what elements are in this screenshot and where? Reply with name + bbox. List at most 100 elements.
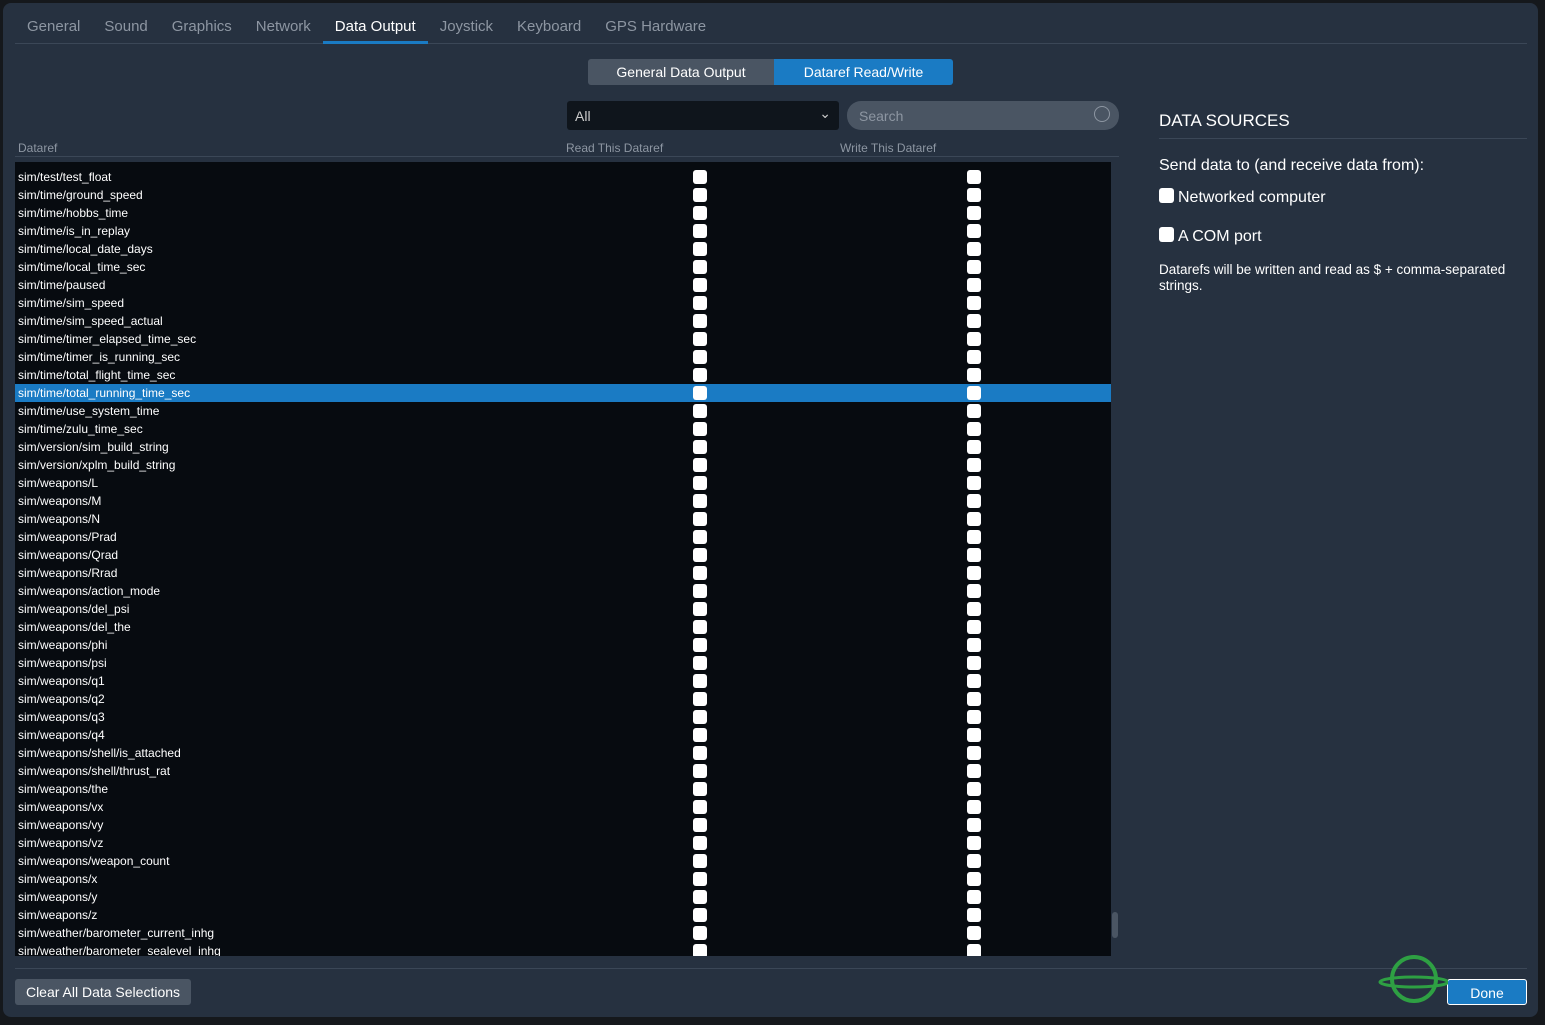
write-checkbox[interactable] (967, 746, 981, 760)
tab-general[interactable]: General (15, 14, 92, 44)
write-checkbox[interactable] (967, 278, 981, 292)
write-checkbox[interactable] (967, 818, 981, 832)
read-checkbox[interactable] (693, 350, 707, 364)
table-row[interactable]: sim/weather/barometer_current_inhg (15, 924, 1111, 942)
read-checkbox[interactable] (693, 206, 707, 220)
write-checkbox[interactable] (967, 782, 981, 796)
table-row[interactable]: sim/weapons/del_the (15, 618, 1111, 636)
read-checkbox[interactable] (693, 170, 707, 184)
table-row[interactable]: sim/time/paused (15, 276, 1111, 294)
write-checkbox[interactable] (967, 674, 981, 688)
read-checkbox[interactable] (693, 188, 707, 202)
write-checkbox[interactable] (967, 188, 981, 202)
table-row[interactable]: sim/weapons/weapon_count (15, 852, 1111, 870)
write-checkbox[interactable] (967, 872, 981, 886)
write-checkbox[interactable] (967, 206, 981, 220)
write-checkbox[interactable] (967, 728, 981, 742)
write-checkbox[interactable] (967, 710, 981, 724)
scrollbar[interactable] (1112, 912, 1118, 938)
write-checkbox[interactable] (967, 620, 981, 634)
table-row[interactable]: sim/weapons/q3 (15, 708, 1111, 726)
table-row[interactable]: sim/time/timer_is_running_sec (15, 348, 1111, 366)
tab-network[interactable]: Network (244, 14, 323, 44)
table-row[interactable]: sim/weapons/shell/is_attached (15, 744, 1111, 762)
com-port-checkbox[interactable] (1159, 227, 1174, 242)
tab-joystick[interactable]: Joystick (428, 14, 505, 44)
table-row[interactable]: sim/time/timer_elapsed_time_sec (15, 330, 1111, 348)
table-row[interactable]: sim/weapons/q4 (15, 726, 1111, 744)
tab-gps-hardware[interactable]: GPS Hardware (593, 14, 718, 44)
write-checkbox[interactable] (967, 836, 981, 850)
read-checkbox[interactable] (693, 800, 707, 814)
write-checkbox[interactable] (967, 548, 981, 562)
tab-keyboard[interactable]: Keyboard (505, 14, 593, 44)
write-checkbox[interactable] (967, 386, 981, 400)
write-checkbox[interactable] (967, 224, 981, 238)
read-checkbox[interactable] (693, 620, 707, 634)
table-row[interactable]: sim/weapons/N (15, 510, 1111, 528)
write-checkbox[interactable] (967, 926, 981, 940)
write-checkbox[interactable] (967, 260, 981, 274)
table-row[interactable]: sim/time/sim_speed_actual (15, 312, 1111, 330)
write-checkbox[interactable] (967, 350, 981, 364)
table-row[interactable]: sim/weapons/y (15, 888, 1111, 906)
write-checkbox[interactable] (967, 242, 981, 256)
table-row[interactable]: sim/time/hobbs_time (15, 204, 1111, 222)
table-row[interactable]: sim/time/zulu_time_sec (15, 420, 1111, 438)
general-data-output-tab[interactable]: General Data Output (588, 59, 774, 85)
read-checkbox[interactable] (693, 584, 707, 598)
table-row[interactable]: sim/weapons/vz (15, 834, 1111, 852)
write-checkbox[interactable] (967, 800, 981, 814)
tab-data-output[interactable]: Data Output (322, 14, 428, 44)
write-checkbox[interactable] (967, 314, 981, 328)
clear-all-button[interactable]: Clear All Data Selections (15, 979, 191, 1005)
write-checkbox[interactable] (967, 944, 981, 956)
read-checkbox[interactable] (693, 890, 707, 904)
write-checkbox[interactable] (967, 404, 981, 418)
read-checkbox[interactable] (693, 692, 707, 706)
read-checkbox[interactable] (693, 404, 707, 418)
read-checkbox[interactable] (693, 494, 707, 508)
table-row[interactable]: sim/weapons/action_mode (15, 582, 1111, 600)
write-checkbox[interactable] (967, 512, 981, 526)
read-checkbox[interactable] (693, 260, 707, 274)
read-checkbox[interactable] (693, 422, 707, 436)
table-row[interactable]: sim/weapons/the (15, 780, 1111, 798)
table-row[interactable]: sim/time/total_flight_time_sec (15, 366, 1111, 384)
read-checkbox[interactable] (693, 854, 707, 868)
table-row[interactable]: sim/weapons/Qrad (15, 546, 1111, 564)
tab-graphics[interactable]: Graphics (160, 14, 244, 44)
filter-dropdown[interactable]: All ⌄ (567, 101, 839, 130)
table-row[interactable]: sim/weapons/x (15, 870, 1111, 888)
table-row[interactable]: sim/version/sim_build_string (15, 438, 1111, 456)
read-checkbox[interactable] (693, 872, 707, 886)
table-row[interactable]: sim/time/use_system_time (15, 402, 1111, 420)
read-checkbox[interactable] (693, 476, 707, 490)
networked-checkbox[interactable] (1159, 188, 1174, 203)
write-checkbox[interactable] (967, 368, 981, 382)
read-checkbox[interactable] (693, 746, 707, 760)
write-checkbox[interactable] (967, 638, 981, 652)
read-checkbox[interactable] (693, 458, 707, 472)
table-row[interactable]: sim/weapons/z (15, 906, 1111, 924)
write-checkbox[interactable] (967, 296, 981, 310)
read-checkbox[interactable] (693, 368, 707, 382)
read-checkbox[interactable] (693, 548, 707, 562)
table-row[interactable]: sim/time/ground_speed (15, 186, 1111, 204)
read-checkbox[interactable] (693, 818, 707, 832)
read-checkbox[interactable] (693, 332, 707, 346)
read-checkbox[interactable] (693, 530, 707, 544)
done-button[interactable]: Done (1447, 979, 1527, 1005)
table-row[interactable]: sim/weapons/del_psi (15, 600, 1111, 618)
table-row[interactable]: sim/weapons/q1 (15, 672, 1111, 690)
read-checkbox[interactable] (693, 674, 707, 688)
read-checkbox[interactable] (693, 944, 707, 956)
table-row[interactable]: sim/time/is_in_replay (15, 222, 1111, 240)
read-checkbox[interactable] (693, 440, 707, 454)
read-checkbox[interactable] (693, 908, 707, 922)
table-row[interactable]: sim/weapons/M (15, 492, 1111, 510)
write-checkbox[interactable] (967, 656, 981, 670)
table-row[interactable]: sim/version/xplm_build_string (15, 456, 1111, 474)
read-checkbox[interactable] (693, 764, 707, 778)
table-row[interactable]: sim/weapons/Prad (15, 528, 1111, 546)
